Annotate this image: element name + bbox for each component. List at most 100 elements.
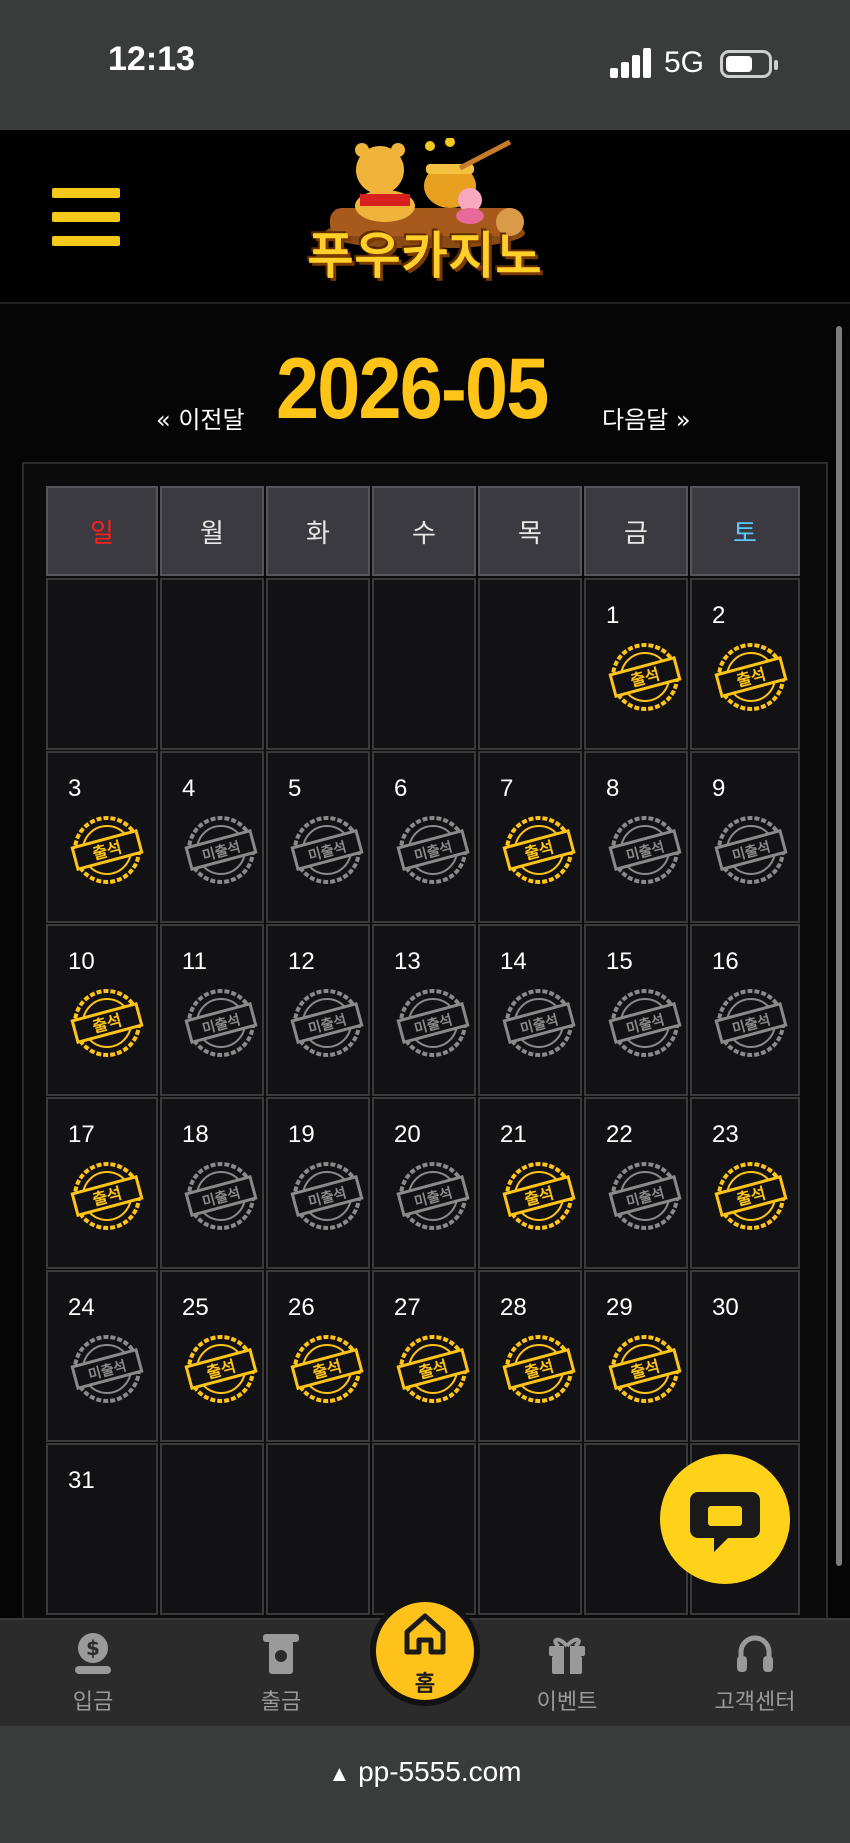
empty-day-cell [478,578,582,750]
day-cell[interactable]: 21 출석 [478,1097,582,1269]
day-cell[interactable]: 18 미출석 [160,1097,264,1269]
absent-stamp-icon: 미출석 [396,989,470,1057]
day-cell[interactable]: 9 미출석 [690,751,800,923]
day-cell[interactable]: 13 미출석 [372,924,476,1096]
day-cell[interactable]: 23 출석 [690,1097,800,1269]
empty-day-cell [46,578,158,750]
attended-stamp-icon: 출석 [70,989,144,1057]
day-number: 2 [712,602,726,629]
day-number: 16 [712,948,739,975]
day-cell[interactable]: 6 미출석 [372,751,476,923]
site-header: 푸우카지노 [0,130,850,304]
attended-stamp-icon: 출석 [70,1162,144,1230]
absent-stamp-icon: 미출석 [290,1162,364,1230]
weekday-header-cell: 목 [478,486,582,576]
day-number: 19 [288,1121,315,1148]
day-number: 17 [68,1121,95,1148]
day-number: 30 [712,1294,739,1321]
absent-stamp-icon: 미출석 [608,816,682,884]
absent-stamp-icon: 미출석 [290,816,364,884]
day-cell[interactable]: 24 미출석 [46,1270,158,1442]
nav-support[interactable]: 고객센터 [680,1620,830,1728]
day-cell[interactable]: 15 미출석 [584,924,688,1096]
absent-stamp-icon: 미출석 [714,989,788,1057]
nav-label: 고객센터 [714,1690,796,1715]
absent-stamp-icon: 미출석 [714,816,788,884]
attended-stamp-icon: 출석 [502,1162,576,1230]
day-cell[interactable]: 12 미출석 [266,924,370,1096]
day-cell[interactable]: 14 미출석 [478,924,582,1096]
day-number: 23 [712,1121,739,1148]
weekday-header-cell: 토 [690,486,800,576]
chat-button[interactable] [660,1454,790,1584]
day-cell[interactable]: 31 [46,1443,158,1615]
nav-event[interactable]: 이벤트 [492,1620,642,1728]
withdraw-icon [263,1634,299,1674]
day-number: 29 [606,1294,633,1321]
day-number: 24 [68,1294,95,1321]
absent-stamp-icon: 미출석 [184,1162,258,1230]
day-number: 15 [606,948,633,975]
nav-deposit[interactable]: $ 입금 [18,1620,168,1728]
day-cell[interactable]: 10 출석 [46,924,158,1096]
day-cell[interactable]: 25 출석 [160,1270,264,1442]
chat-bubble-icon [690,1492,760,1552]
day-cell[interactable]: 2 출석 [690,578,800,750]
day-number: 5 [288,775,302,802]
day-cell[interactable]: 29 출석 [584,1270,688,1442]
url-text: ▲ pp-5555.com [0,1756,850,1788]
day-cell[interactable]: 20 미출석 [372,1097,476,1269]
weekday-header-cell: 화 [266,486,370,576]
day-cell[interactable]: 5 미출석 [266,751,370,923]
calendar-weekday-header: 일월화수목금토 [46,486,802,576]
absent-stamp-icon: 미출석 [290,989,364,1057]
hamburger-menu-button[interactable] [52,188,120,246]
status-time: 12:13 [108,40,195,78]
nav-label: 출금 [260,1690,302,1715]
day-number: 14 [500,948,527,975]
day-cell[interactable]: 3 출석 [46,751,158,923]
empty-day-cell [160,1443,264,1615]
day-number: 11 [182,948,207,975]
next-month-link[interactable]: 다음달 » [602,400,691,435]
day-number: 12 [288,948,315,975]
day-number: 9 [712,775,726,802]
day-cell[interactable]: 19 미출석 [266,1097,370,1269]
day-cell[interactable]: 11 미출석 [160,924,264,1096]
day-cell[interactable]: 1 출석 [584,578,688,750]
weekday-header-cell: 금 [584,486,688,576]
day-cell[interactable]: 28 출석 [478,1270,582,1442]
home-icon [404,1613,446,1655]
day-cell[interactable]: 16 미출석 [690,924,800,1096]
headset-icon [737,1635,773,1672]
day-cell[interactable]: 17 출석 [46,1097,158,1269]
day-number: 18 [182,1121,209,1148]
attended-stamp-icon: 출석 [714,643,788,711]
absent-stamp-icon: 미출석 [396,816,470,884]
svg-text:$: $ [86,1636,100,1660]
weekday-header-cell: 일 [46,486,158,576]
day-cell[interactable]: 26 출석 [266,1270,370,1442]
calendar-week-row: 17 출석 18 미출석 19 미출석 20 미출석 21 출석 22 미출석 23 출석 [46,1097,802,1269]
day-number: 6 [394,775,408,802]
day-cell[interactable]: 27 출석 [372,1270,476,1442]
attended-stamp-icon: 출석 [184,1335,258,1403]
site-logo[interactable]: 푸우카지노 [300,137,550,298]
nav-home[interactable]: 홈 [370,1596,480,1706]
nav-withdraw[interactable]: 출금 [206,1620,356,1728]
page-scrollbar[interactable] [836,326,842,1566]
gift-icon [549,1637,585,1674]
weekday-header-cell: 월 [160,486,264,576]
deposit-icon: $ [75,1633,111,1674]
browser-url-bar[interactable]: ▲ pp-5555.com [0,1726,850,1843]
day-cell[interactable]: 30 [690,1270,800,1442]
day-number: 25 [182,1294,209,1321]
day-cell[interactable]: 22 미출석 [584,1097,688,1269]
prev-month-link[interactable]: « 이전달 [156,400,245,435]
day-cell[interactable]: 8 미출석 [584,751,688,923]
nav-label: 이벤트 [536,1690,598,1715]
day-cell[interactable]: 4 미출석 [160,751,264,923]
day-cell[interactable]: 7 출석 [478,751,582,923]
network-type: 5G [664,46,705,79]
empty-day-cell [266,1443,370,1615]
